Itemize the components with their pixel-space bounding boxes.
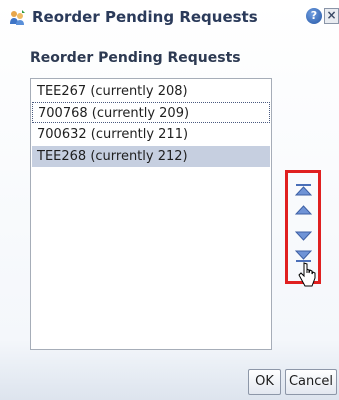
help-icon[interactable]: ? (306, 8, 322, 24)
move-down-icon[interactable] (295, 229, 312, 243)
dialog-title-bar: Reorder Pending Requests ? × (0, 0, 339, 34)
cancel-button[interactable]: Cancel (285, 369, 337, 395)
close-icon[interactable]: × (324, 8, 339, 24)
move-top-icon[interactable] (295, 183, 312, 197)
dialog-title: Reorder Pending Requests (32, 8, 258, 26)
mouse-pointer-icon (298, 262, 316, 287)
list-label: Reorder Pending Requests (30, 50, 241, 66)
move-up-icon[interactable] (295, 203, 312, 217)
list-item[interactable]: 700632 (currently 211) (32, 124, 270, 145)
list-item[interactable]: TEE268 (currently 212) (32, 146, 270, 167)
reorder-users-icon (10, 10, 25, 25)
list-item[interactable]: TEE267 (currently 208) (32, 81, 270, 102)
list-item[interactable]: 700768 (currently 209) (32, 102, 270, 123)
move-bottom-icon[interactable] (295, 249, 312, 263)
pending-requests-listbox[interactable]: TEE267 (currently 208) 700768 (currently… (30, 78, 272, 350)
ok-button[interactable]: OK (248, 369, 281, 395)
